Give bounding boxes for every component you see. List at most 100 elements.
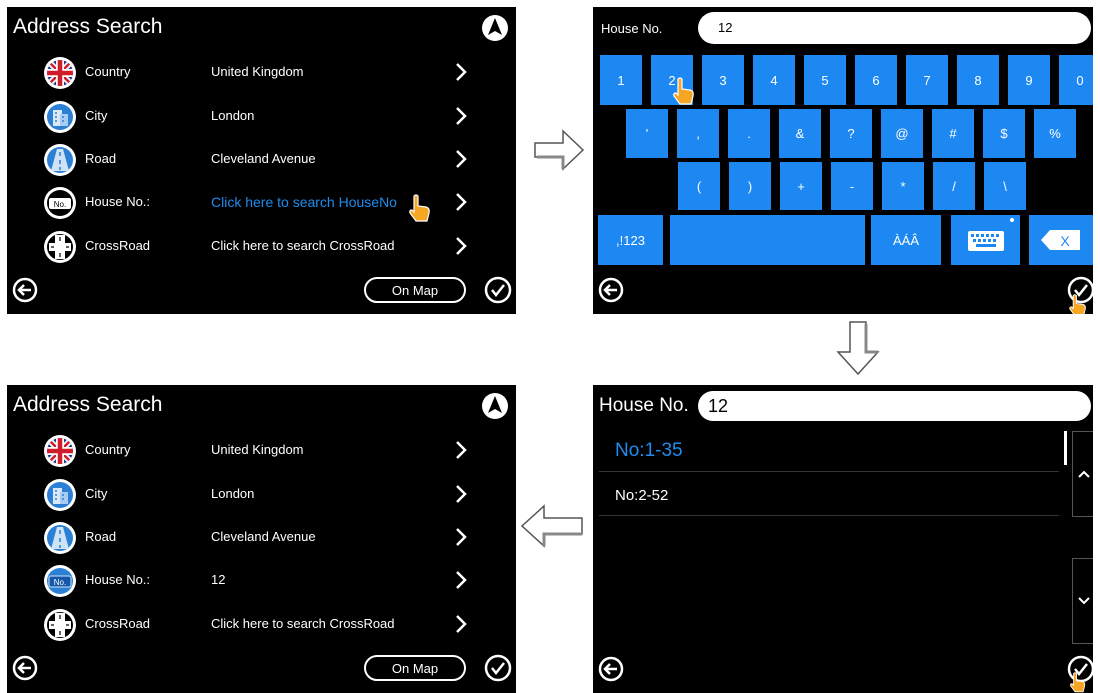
road-icon	[44, 522, 76, 554]
address-row-city[interactable]: City London	[7, 473, 516, 517]
confirm-icon[interactable]	[484, 654, 512, 682]
city-icon	[44, 479, 76, 511]
key[interactable]: )	[729, 162, 771, 210]
confirm-icon[interactable]	[484, 276, 512, 304]
key[interactable]: \	[984, 162, 1026, 210]
flow-arrow-right-icon	[534, 129, 585, 171]
scroll-up-button[interactable]	[1072, 431, 1093, 517]
key[interactable]: '	[626, 109, 668, 158]
page-title: Address Search	[13, 393, 163, 416]
field-value: United Kingdom	[211, 442, 304, 457]
field-value: Cleveland Avenue	[211, 529, 316, 544]
chevron-right-icon	[456, 193, 467, 211]
back-icon[interactable]	[12, 655, 38, 681]
scroll-down-button[interactable]	[1072, 558, 1093, 644]
chevron-right-icon	[456, 107, 467, 125]
address-row-country[interactable]: Country United Kingdom	[7, 429, 516, 473]
field-label: CrossRoad	[85, 238, 151, 253]
field-value: Click here to search CrossRoad	[211, 238, 395, 253]
flow-arrow-down-icon	[836, 321, 880, 376]
key[interactable]: /	[933, 162, 975, 210]
key[interactable]: 9	[1008, 55, 1050, 105]
key[interactable]: *	[882, 162, 924, 210]
field-label: CrossRoad	[85, 616, 151, 631]
key[interactable]: 0	[1059, 55, 1093, 105]
address-search-panel-after: Address Search Country United Kingdom Ci…	[7, 385, 516, 693]
address-row-house-number[interactable]: No. House No.: 12	[7, 559, 516, 603]
key[interactable]: @	[881, 109, 923, 158]
key[interactable]: 3	[702, 55, 744, 105]
chevron-right-icon	[456, 571, 467, 589]
back-icon[interactable]	[598, 277, 624, 303]
field-label: Country	[85, 442, 131, 457]
scrollbar-thumb[interactable]	[1064, 431, 1067, 465]
key[interactable]: $	[983, 109, 1025, 158]
address-row-country[interactable]: Country United Kingdom	[7, 51, 516, 95]
on-map-button[interactable]: On Map	[364, 655, 466, 681]
svg-text:No.: No.	[54, 200, 66, 209]
key[interactable]: %	[1034, 109, 1076, 158]
result-item[interactable]: No:2-52	[599, 473, 1059, 516]
key[interactable]: (	[678, 162, 720, 210]
field-label: House No.:	[85, 572, 151, 587]
back-icon[interactable]	[12, 277, 38, 303]
house-number-input[interactable]: 12	[698, 391, 1091, 421]
key[interactable]: +	[780, 162, 822, 210]
house-number-input[interactable]: 12	[698, 12, 1091, 44]
accent-key[interactable]: ÀÁÂ	[871, 215, 941, 265]
address-row-road[interactable]: Road Cleveland Avenue	[7, 516, 516, 560]
crossroad-icon	[44, 609, 76, 641]
field-label: Road	[85, 151, 117, 166]
field-label: House No.:	[85, 194, 151, 209]
field-value: 12	[211, 572, 226, 587]
city-icon	[44, 101, 76, 133]
road-icon	[44, 144, 76, 176]
chevron-right-icon	[456, 485, 467, 503]
address-row-city[interactable]: City London	[7, 95, 516, 139]
key[interactable]: 4	[753, 55, 795, 105]
backspace-key[interactable]: X	[1029, 215, 1093, 265]
key[interactable]: #	[932, 109, 974, 158]
result-item-label: No:1-35	[615, 440, 683, 461]
key[interactable]: 8	[957, 55, 999, 105]
key[interactable]: 5	[804, 55, 846, 105]
field-value: Click here to search CrossRoad	[211, 616, 395, 631]
field-value: London	[211, 108, 255, 123]
key[interactable]: &	[779, 109, 821, 158]
svg-text:No.: No.	[54, 578, 66, 587]
space-key[interactable]	[670, 215, 865, 265]
keyboard-toggle-key[interactable]	[951, 215, 1020, 265]
chevron-right-icon	[456, 615, 467, 633]
compass-icon[interactable]	[480, 391, 510, 421]
address-row-road[interactable]: Road Cleveland Avenue	[7, 138, 516, 182]
key[interactable]: ?	[830, 109, 872, 158]
tap-hand-icon	[1069, 294, 1086, 314]
compass-icon[interactable]	[480, 13, 510, 43]
keyboard-icon	[967, 231, 1004, 251]
back-icon[interactable]	[598, 656, 624, 682]
field-label: Country	[85, 64, 131, 79]
result-item[interactable]: No:1-35	[599, 429, 1059, 472]
key[interactable]: -	[831, 162, 873, 210]
house-number-icon: No.	[44, 187, 76, 219]
house-number-label: House No.	[601, 21, 663, 36]
keyboard-panel: House No. 12 1 2 3 4 5 6 7 8 9 0 ',. &? @ # $%() + - * / \ …	[593, 7, 1093, 314]
svg-text:X: X	[1060, 233, 1070, 249]
key[interactable]: 7	[906, 55, 948, 105]
chevron-right-icon	[456, 528, 467, 546]
key[interactable]: 6	[855, 55, 897, 105]
tap-hand-icon	[1070, 672, 1086, 693]
address-row-house-number[interactable]: No. House No.: Click here to search Hous…	[7, 181, 516, 225]
address-row-crossroad[interactable]: CrossRoad Click here to search CrossRoad	[7, 603, 516, 647]
symbols-mode-key[interactable]: ,!123	[598, 215, 663, 265]
on-map-button[interactable]: On Map	[364, 277, 466, 303]
key[interactable]: ,	[677, 109, 719, 158]
key[interactable]: 1	[600, 55, 642, 105]
key[interactable]: .	[728, 109, 770, 158]
address-row-crossroad[interactable]: CrossRoad Click here to search CrossRoad	[7, 225, 516, 269]
page-title: Address Search	[13, 15, 163, 38]
address-search-panel-before: Address Search Country United Kingdom Ci…	[7, 7, 516, 314]
chevron-down-icon	[1078, 597, 1090, 605]
field-value: London	[211, 486, 255, 501]
chevron-up-icon	[1078, 470, 1090, 478]
